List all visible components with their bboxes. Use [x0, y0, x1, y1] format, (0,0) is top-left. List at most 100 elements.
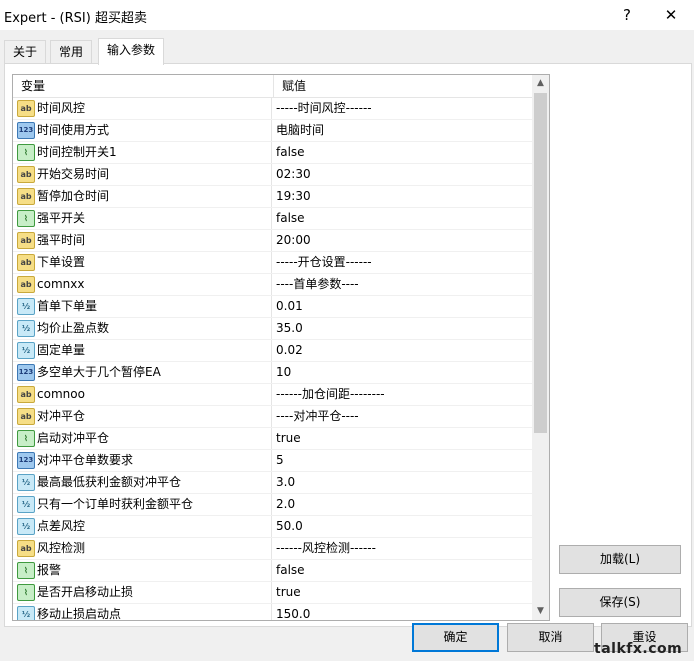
parameters-grid[interactable]: 变量 赋值 ab 时间风控 -----时间风控------ 123 时间使用方式 电脑时间…: [12, 74, 550, 621]
table-row[interactable]: 123 多空单大于几个暂停EA 10: [13, 362, 532, 384]
variable-value[interactable]: 02:30: [274, 164, 311, 185]
variable-name: 时间风控: [37, 101, 86, 115]
string-type-icon: ab: [17, 232, 35, 249]
variable-name: 固定单量: [37, 343, 86, 357]
variable-name: 对冲平仓单数要求: [37, 453, 134, 467]
table-row[interactable]: ab comnxx ----首单参数----: [13, 274, 532, 296]
variable-value[interactable]: false: [274, 142, 305, 163]
variable-value[interactable]: true: [274, 582, 301, 603]
string-type-icon: ab: [17, 100, 35, 117]
table-row[interactable]: ab 对冲平仓 ----对冲平仓----: [13, 406, 532, 428]
variable-value[interactable]: -----时间风控------: [274, 98, 372, 119]
variable-value[interactable]: ------加仓间距--------: [274, 384, 385, 405]
variable-name: 开始交易时间: [37, 167, 110, 181]
variable-name: 是否开启移动止损: [37, 585, 134, 599]
close-button[interactable]: ✕: [648, 0, 694, 30]
scroll-down-icon[interactable]: ▼: [532, 603, 549, 620]
variable-value[interactable]: -----开仓设置------: [274, 252, 372, 273]
table-row[interactable]: ½ 最高最低获利金额对冲平仓 3.0: [13, 472, 532, 494]
table-row[interactable]: ab 开始交易时间 02:30: [13, 164, 532, 186]
variable-value[interactable]: 0.01: [274, 296, 303, 317]
table-row[interactable]: ab 时间风控 -----时间风控------: [13, 98, 532, 120]
table-row[interactable]: ab 强平时间 20:00: [13, 230, 532, 252]
scroll-thumb[interactable]: [534, 93, 547, 433]
int-type-icon: 123: [17, 122, 35, 139]
int-type-icon: 123: [17, 452, 35, 469]
variable-value[interactable]: 19:30: [274, 186, 311, 207]
table-row[interactable]: ⌇ 时间控制开关1 false: [13, 142, 532, 164]
double-type-icon: ½: [17, 518, 35, 535]
string-type-icon: ab: [17, 540, 35, 557]
variable-name: 多空单大于几个暂停EA: [37, 365, 161, 379]
variable-value[interactable]: false: [274, 560, 305, 581]
variable-value[interactable]: ----对冲平仓----: [274, 406, 359, 427]
save-button[interactable]: 保存(S): [559, 588, 681, 617]
tab-about[interactable]: 关于: [4, 40, 47, 63]
variable-value[interactable]: 20:00: [274, 230, 311, 251]
variable-value[interactable]: 10: [274, 362, 291, 383]
table-row[interactable]: ⌇ 是否开启移动止损 true: [13, 582, 532, 604]
bool-type-icon: ⌇: [17, 210, 35, 227]
string-type-icon: ab: [17, 386, 35, 403]
variable-name: 均价止盈点数: [37, 321, 110, 335]
bool-type-icon: ⌇: [17, 584, 35, 601]
tab-inputs[interactable]: 输入参数: [98, 38, 165, 65]
variable-value[interactable]: 150.0: [274, 604, 310, 620]
variable-value[interactable]: ----首单参数----: [274, 274, 359, 295]
variable-value[interactable]: ------风控检测------: [274, 538, 376, 559]
table-row[interactable]: ⌇ 启动对冲平仓 true: [13, 428, 532, 450]
variable-name: 暂停加仓时间: [37, 189, 110, 203]
variable-name: 时间控制开关1: [37, 145, 117, 159]
table-row[interactable]: ½ 均价止盈点数 35.0: [13, 318, 532, 340]
header-value[interactable]: 赋值: [274, 75, 306, 97]
double-type-icon: ½: [17, 606, 35, 620]
table-row[interactable]: ½ 只有一个订单时获利金额平仓 2.0: [13, 494, 532, 516]
bool-type-icon: ⌇: [17, 430, 35, 447]
variable-name: 对冲平仓: [37, 409, 86, 423]
grid-header: 变量 赋值: [13, 75, 532, 98]
grid-rows: ab 时间风控 -----时间风控------ 123 时间使用方式 电脑时间 ⌇ 时间控制开…: [13, 98, 532, 621]
variable-value[interactable]: 35.0: [274, 318, 303, 339]
table-row[interactable]: ½ 点差风控 50.0: [13, 516, 532, 538]
table-row[interactable]: ab comnoo ------加仓间距--------: [13, 384, 532, 406]
string-type-icon: ab: [17, 276, 35, 293]
window-title: Expert - (RSI) 超买超卖: [4, 11, 147, 26]
tab-common[interactable]: 常用: [50, 40, 93, 63]
table-row[interactable]: 123 对冲平仓单数要求 5: [13, 450, 532, 472]
variable-value[interactable]: 5: [274, 450, 284, 471]
variable-name: 风控检测: [37, 541, 86, 555]
header-variable[interactable]: 变量: [13, 75, 274, 97]
ok-button[interactable]: 确定: [412, 623, 499, 652]
variable-value[interactable]: 2.0: [274, 494, 295, 515]
cancel-button[interactable]: 取消: [507, 623, 594, 652]
double-type-icon: ½: [17, 474, 35, 491]
table-row[interactable]: ab 风控检测 ------风控检测------: [13, 538, 532, 560]
table-row[interactable]: ½ 首单下单量 0.01: [13, 296, 532, 318]
bool-type-icon: ⌇: [17, 562, 35, 579]
variable-name: 移动止损启动点: [37, 607, 122, 621]
variable-name: 启动对冲平仓: [37, 431, 110, 445]
string-type-icon: ab: [17, 408, 35, 425]
help-button[interactable]: ?: [604, 0, 650, 30]
table-row[interactable]: ½ 固定单量 0.02: [13, 340, 532, 362]
double-type-icon: ½: [17, 298, 35, 315]
table-row[interactable]: ⌇ 报警 false: [13, 560, 532, 582]
table-row[interactable]: ab 下单设置 -----开仓设置------: [13, 252, 532, 274]
variable-value[interactable]: false: [274, 208, 305, 229]
table-row[interactable]: ⌇ 强平开关 false: [13, 208, 532, 230]
scroll-up-icon[interactable]: ▲: [532, 75, 549, 92]
variable-name: 最高最低获利金额对冲平仓: [37, 475, 182, 489]
variable-name: 点差风控: [37, 519, 86, 533]
table-row[interactable]: ab 暂停加仓时间 19:30: [13, 186, 532, 208]
variable-value[interactable]: true: [274, 428, 301, 449]
variable-value[interactable]: 50.0: [274, 516, 303, 537]
variable-value[interactable]: 0.02: [274, 340, 303, 361]
variable-name: 报警: [37, 563, 62, 577]
variable-value[interactable]: 电脑时间: [274, 120, 324, 141]
table-row[interactable]: ½ 移动止损启动点 150.0: [13, 604, 532, 621]
load-button[interactable]: 加载(L): [559, 545, 681, 574]
table-row[interactable]: 123 时间使用方式 电脑时间: [13, 120, 532, 142]
vertical-scrollbar[interactable]: ▲ ▼: [532, 75, 549, 620]
variable-value[interactable]: 3.0: [274, 472, 295, 493]
bool-type-icon: ⌇: [17, 144, 35, 161]
